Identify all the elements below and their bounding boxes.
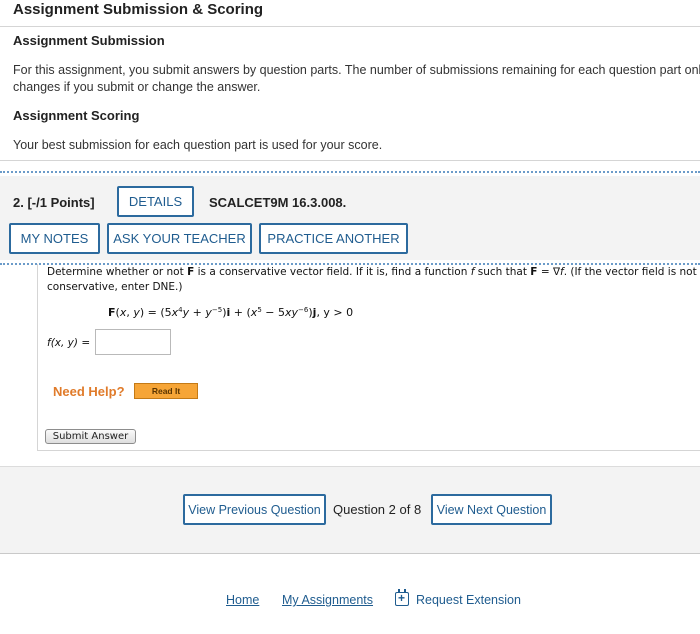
scoring-text: Your best submission for each question p… bbox=[13, 138, 383, 152]
submission-text-line2: changes if you submit or change the answ… bbox=[13, 80, 261, 94]
submission-heading: Assignment Submission bbox=[13, 33, 165, 48]
home-link[interactable]: Home bbox=[226, 593, 259, 607]
practice-another-button[interactable]: PRACTICE ANOTHER bbox=[259, 223, 408, 254]
answer-input[interactable] bbox=[95, 329, 171, 355]
my-notes-button[interactable]: MY NOTES bbox=[9, 223, 100, 254]
calendar-plus-icon[interactable]: + bbox=[395, 589, 409, 606]
details-button[interactable]: DETAILS bbox=[117, 186, 194, 217]
vector-field-formula: F(x, y) = (5x4y + y−5)i + (x5 − 5xy−6)j,… bbox=[108, 306, 354, 319]
view-previous-question-button[interactable]: View Previous Question bbox=[183, 494, 326, 525]
scoring-heading: Assignment Scoring bbox=[13, 108, 140, 123]
my-assignments-link[interactable]: My Assignments bbox=[282, 593, 373, 607]
submit-answer-button[interactable]: Submit Answer bbox=[45, 429, 136, 444]
divider bbox=[0, 26, 700, 27]
read-it-button[interactable]: Read It bbox=[134, 383, 198, 399]
dotted-separator bbox=[0, 171, 700, 173]
submission-info-card: Assignment Submission & Scoring Assignme… bbox=[0, 0, 700, 161]
prompt-line2: conservative, enter DNE.) bbox=[47, 281, 183, 293]
prompt-line1: Determine whether or not F is a conserva… bbox=[47, 266, 697, 278]
page-title: Assignment Submission & Scoring bbox=[13, 1, 264, 18]
question-counter: Question 2 of 8 bbox=[333, 502, 422, 517]
request-extension-link[interactable]: Request Extension bbox=[416, 593, 521, 607]
answer-label: f(x, y) = bbox=[47, 337, 91, 349]
need-help-label: Need Help? bbox=[53, 384, 125, 399]
submission-text-line1: For this assignment, you submit answers … bbox=[13, 63, 700, 77]
question-code: SCALCET9M 16.3.008. bbox=[209, 195, 347, 210]
ask-your-teacher-button[interactable]: ASK YOUR TEACHER bbox=[107, 223, 252, 254]
question-number: 2. [-/1 Points] bbox=[13, 195, 95, 210]
question-prompt: Determine whether or not F is a conserva… bbox=[47, 265, 697, 295]
view-next-question-button[interactable]: View Next Question bbox=[431, 494, 552, 525]
